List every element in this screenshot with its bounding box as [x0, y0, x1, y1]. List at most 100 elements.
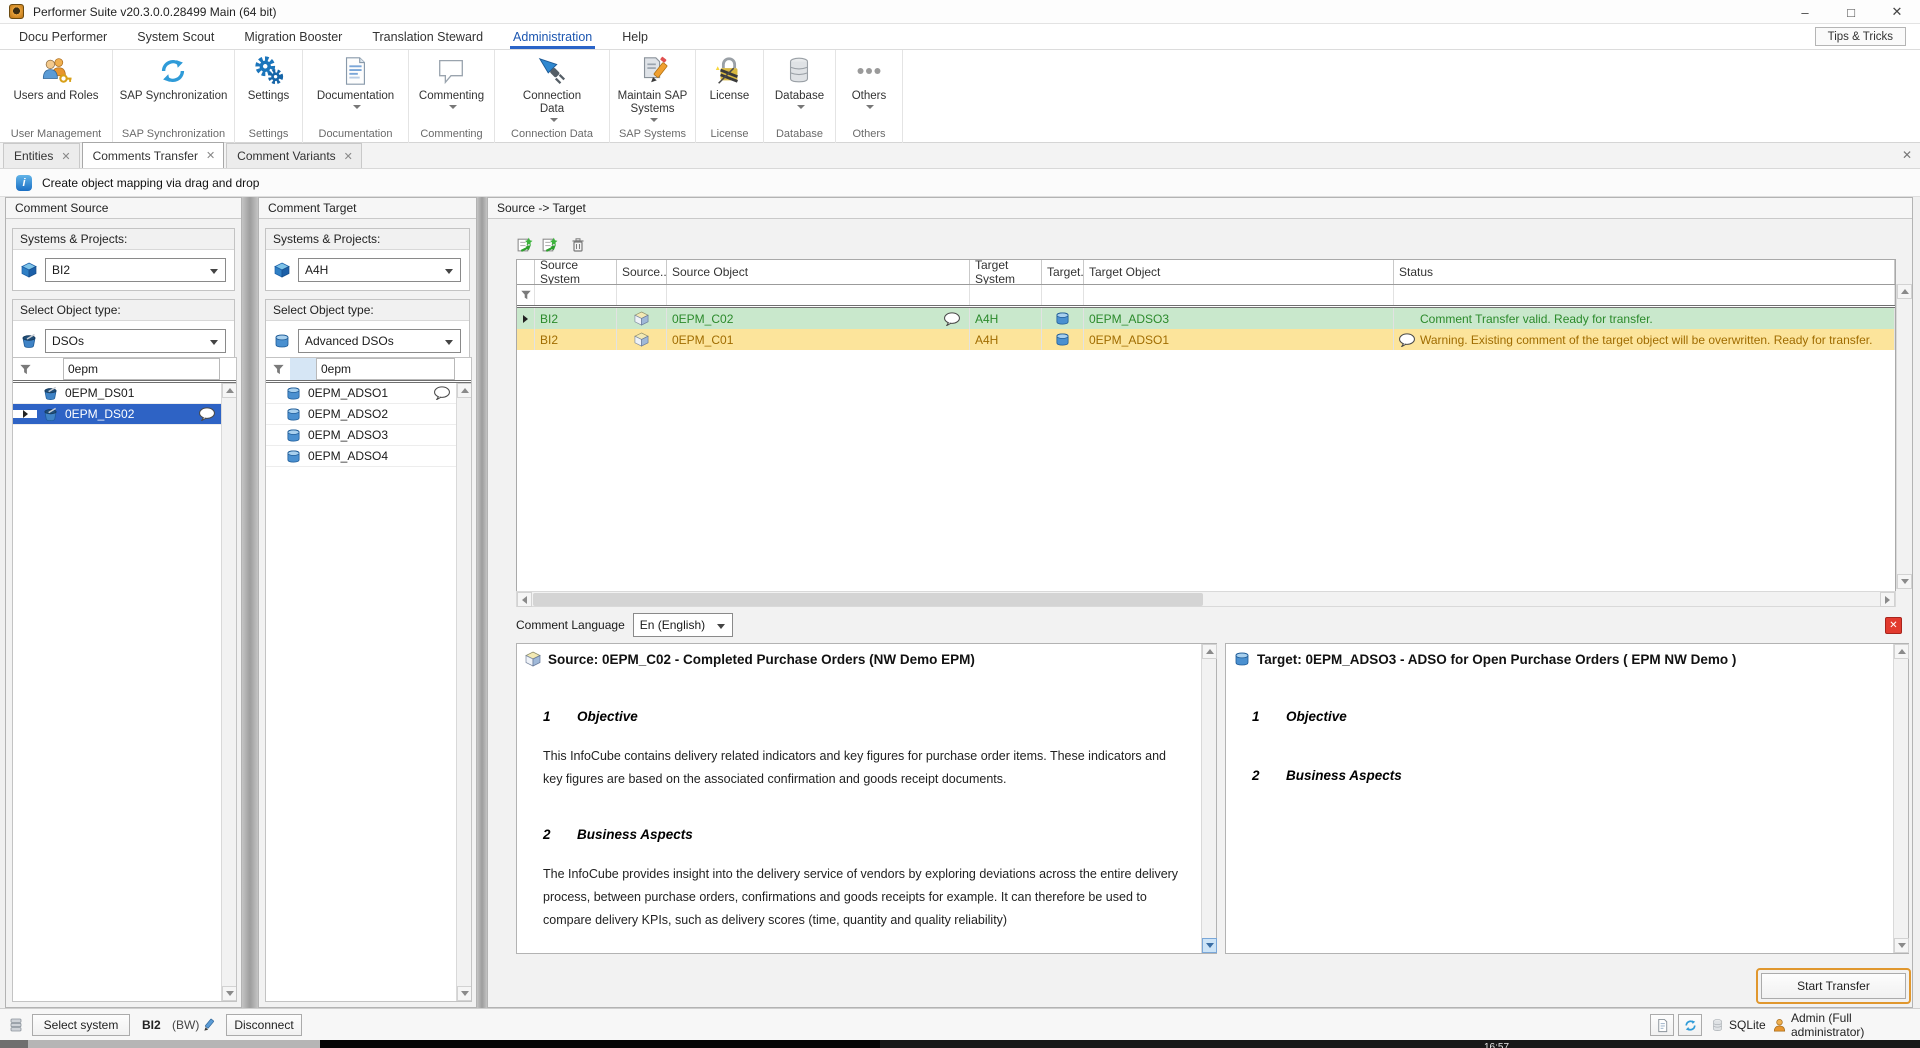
ribbon-sap-synchronization[interactable]: SAP Synchronization	[114, 50, 234, 127]
source-comment-scrollbar[interactable]	[1201, 644, 1216, 953]
menu-system-scout[interactable]: System Scout	[122, 24, 229, 50]
scroll-right-button[interactable]	[1880, 592, 1895, 607]
tab-entities[interactable]: Entities ✕	[3, 143, 80, 168]
mapping-table-header: Source System Source... Source Object Ta…	[517, 260, 1895, 285]
minimize-button[interactable]: –	[1782, 0, 1828, 24]
mapping-filter-row[interactable]	[517, 285, 1895, 305]
target-objecttype-select[interactable]: Advanced DSOs	[298, 329, 461, 353]
col-source-system[interactable]: Source System	[535, 260, 617, 284]
tree-item-0epm-ds01[interactable]: 0EPM_DS01	[13, 383, 236, 404]
col-source-type[interactable]: Source...	[617, 260, 667, 284]
menu-administration[interactable]: Administration	[498, 24, 607, 50]
document-tab-bar: Entities ✕ Comments Transfer ✕ Comment V…	[0, 143, 1920, 169]
tab-comment-variants[interactable]: Comment Variants ✕	[226, 143, 362, 168]
ribbon-connection-data[interactable]: Connection Data	[510, 50, 594, 127]
edit-pencil-icon[interactable]	[202, 1014, 217, 1036]
ribbon-others[interactable]: Others	[846, 50, 893, 127]
comment-language-row: Comment Language En (English)	[516, 613, 741, 637]
col-target-system[interactable]: Target System	[970, 260, 1042, 284]
source-filter-input[interactable]: 0epm	[63, 358, 220, 380]
list-item-0epm-adso1[interactable]: 0EPM_ADSO1	[266, 383, 471, 404]
scrollbar-thumb[interactable]	[533, 593, 1203, 606]
scroll-up-button[interactable]	[1897, 284, 1912, 299]
list-item-0epm-adso2[interactable]: 0EPM_ADSO2	[266, 404, 471, 425]
source-system-select[interactable]: BI2	[45, 258, 226, 282]
close-tabbar-icon[interactable]: ✕	[1902, 148, 1912, 162]
target-filter-input[interactable]: 0epm	[316, 358, 455, 380]
title-bar: Performer Suite v20.3.0.0.28499 Main (64…	[0, 0, 1920, 24]
scroll-down-button[interactable]	[1894, 938, 1909, 953]
close-tab-icon[interactable]: ✕	[344, 150, 353, 163]
start-transfer-button[interactable]: Start Transfer	[1761, 973, 1906, 999]
ribbon-license[interactable]: License	[704, 50, 756, 127]
close-tab-icon[interactable]: ✕	[206, 149, 215, 162]
target-objecttype-groupbox: Select Object type: Advanced DSOs	[265, 299, 470, 362]
col-target-object[interactable]: Target Object	[1084, 260, 1394, 284]
refresh-button[interactable]	[1678, 1014, 1702, 1036]
log-document-button[interactable]	[1650, 1014, 1674, 1036]
mapping-row-valid[interactable]: BI2 0EPM_C02 A4H 0EPM_ADSO3 Comment Tran…	[517, 308, 1895, 329]
target-list-scrollbar[interactable]	[456, 383, 471, 1001]
transfer-selected-button[interactable]	[516, 236, 533, 253]
transfer-all-button[interactable]	[541, 236, 558, 253]
scroll-up-button[interactable]	[457, 383, 472, 398]
mapping-panel-title: Source -> Target	[488, 198, 1912, 219]
delete-mapping-button[interactable]	[570, 237, 586, 253]
menu-translation-steward[interactable]: Translation Steward	[357, 24, 498, 50]
target-system-select[interactable]: A4H	[298, 258, 461, 282]
ribbon-toolbar: Users and Roles User Management SAP Sync…	[0, 50, 1920, 143]
table-horizontal-scrollbar[interactable]	[516, 591, 1896, 607]
disconnect-button[interactable]: Disconnect	[226, 1014, 302, 1036]
current-user-label: Admin (Full administrator)	[1791, 1014, 1920, 1036]
infocube-icon	[617, 329, 667, 350]
close-tab-icon[interactable]: ✕	[61, 150, 70, 163]
mapping-row-warning[interactable]: BI2 0EPM_C01 A4H 0EPM_ADSO1 Warning. Exi…	[517, 329, 1895, 350]
col-target-type[interactable]: Target...	[1042, 260, 1084, 284]
col-status[interactable]: Status	[1394, 260, 1895, 284]
scroll-up-button[interactable]	[1202, 644, 1217, 659]
close-button[interactable]: ✕	[1874, 0, 1920, 24]
target-filter-row[interactable]: 0epm	[266, 358, 471, 380]
source-filter-row[interactable]: 0epm	[13, 358, 236, 380]
maximize-button[interactable]: □	[1828, 0, 1874, 24]
splitter-handle[interactable]	[242, 197, 258, 1008]
col-source-object[interactable]: Source Object	[667, 260, 970, 284]
menu-migration-booster[interactable]: Migration Booster	[229, 24, 357, 50]
table-vertical-scrollbar[interactable]	[1896, 284, 1911, 589]
target-comment-scrollbar[interactable]	[1893, 644, 1908, 953]
scroll-left-button[interactable]	[517, 592, 532, 607]
ribbon-maintain-sap-systems[interactable]: Maintain SAP Systems	[610, 50, 696, 127]
ribbon-documentation[interactable]: Documentation	[311, 50, 400, 127]
tree-item-0epm-ds02[interactable]: 0EPM_DS02	[13, 404, 236, 425]
scroll-down-button[interactable]	[457, 986, 472, 1001]
ribbon-settings[interactable]: Settings	[242, 50, 296, 127]
tab-comments-transfer[interactable]: Comments Transfer ✕	[82, 142, 225, 168]
select-system-button[interactable]: Select system	[32, 1014, 130, 1036]
source-objecttype-select[interactable]: DSOs	[45, 329, 226, 353]
scroll-down-button[interactable]	[222, 986, 237, 1001]
menu-docu-performer[interactable]: Docu Performer	[4, 24, 122, 50]
list-item-0epm-adso3[interactable]: 0EPM_ADSO3	[266, 425, 471, 446]
tips-tricks-button[interactable]: Tips & Tricks	[1815, 27, 1906, 46]
chevron-down-icon	[210, 340, 218, 345]
expander-icon[interactable]	[13, 410, 37, 418]
ribbon-database[interactable]: Database	[769, 50, 830, 127]
scroll-down-button[interactable]	[1202, 938, 1217, 953]
scroll-up-button[interactable]	[222, 383, 237, 398]
list-item-0epm-adso4[interactable]: 0EPM_ADSO4	[266, 446, 471, 467]
splitter-handle[interactable]	[477, 197, 487, 1008]
infocube-icon	[617, 308, 667, 329]
close-comment-preview-button[interactable]: ✕	[1885, 617, 1902, 634]
scroll-down-button[interactable]	[1897, 574, 1912, 589]
source-tree-scrollbar[interactable]	[221, 383, 236, 1001]
dso-icon	[37, 386, 63, 401]
taskbar-clock: 16:57	[1484, 1041, 1509, 1048]
comment-language-select[interactable]: En (English)	[633, 613, 733, 637]
chevron-down-icon	[445, 340, 453, 345]
menu-help[interactable]: Help	[607, 24, 663, 50]
ribbon-users-and-roles[interactable]: Users and Roles	[7, 50, 104, 127]
chevron-down-icon	[866, 105, 874, 109]
scroll-up-button[interactable]	[1894, 644, 1909, 659]
ribbon-commenting[interactable]: Commenting	[413, 50, 490, 127]
target-comment-body: 1 Objective 2 Business Aspects	[1226, 709, 1908, 783]
